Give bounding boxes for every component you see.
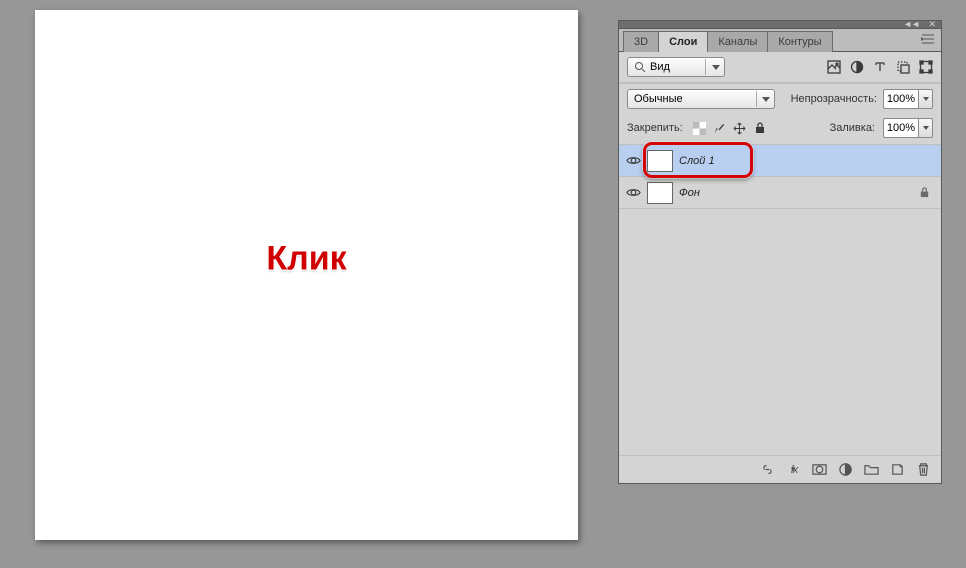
opacity-value[interactable]: 100% <box>883 89 919 109</box>
lock-icon <box>919 187 931 199</box>
filter-adjustment-icon[interactable] <box>850 60 864 74</box>
layer-row[interactable]: Слой 1 <box>619 145 941 177</box>
fill-label: Заливка: <box>830 122 875 134</box>
lock-all-icon[interactable] <box>753 121 767 135</box>
opacity-stepper[interactable] <box>919 89 933 109</box>
layer-filter-dropdown[interactable]: Вид <box>627 57 725 77</box>
layer-group-icon[interactable] <box>863 462 879 478</box>
layers-panel: ◄◄ ✕ 3D Слои Каналы Контуры Вид <box>618 20 942 484</box>
layer-thumbnail[interactable] <box>647 182 673 204</box>
canvas[interactable]: Клик <box>35 10 578 540</box>
lock-transparent-icon[interactable] <box>693 121 707 135</box>
lock-pixels-icon[interactable] <box>713 121 727 135</box>
lock-position-icon[interactable] <box>733 121 747 135</box>
new-layer-icon[interactable] <box>889 462 905 478</box>
fill-value[interactable]: 100% <box>883 118 919 138</box>
opacity-spinner[interactable]: 100% <box>883 89 933 109</box>
search-icon <box>634 61 646 73</box>
visibility-toggle-icon[interactable] <box>625 185 641 201</box>
layer-row[interactable]: Фон <box>619 177 941 209</box>
opacity-label: Непрозрачность: <box>791 93 877 105</box>
layers-list: Слой 1 Фон <box>619 145 941 455</box>
panel-menu-icon[interactable] <box>921 33 935 45</box>
adjustment-layer-icon[interactable] <box>837 462 853 478</box>
filter-type-icon[interactable] <box>873 60 887 74</box>
blend-mode-dropdown[interactable]: Обычные <box>627 89 775 109</box>
link-layers-icon[interactable] <box>759 462 775 478</box>
filter-smart-icon[interactable] <box>919 60 933 74</box>
filter-label: Вид <box>650 61 670 73</box>
blend-label: Обычные <box>634 93 683 105</box>
lock-label: Закрепить: <box>627 122 683 134</box>
layer-name[interactable]: Слой 1 <box>679 155 715 167</box>
fill-spinner[interactable]: 100% <box>883 118 933 138</box>
filter-pixel-icon[interactable] <box>827 60 841 74</box>
layer-thumbnail[interactable] <box>647 150 673 172</box>
filter-shape-icon[interactable] <box>896 60 910 74</box>
fill-stepper[interactable] <box>919 118 933 138</box>
layer-style-icon[interactable]: fx▾ <box>785 462 801 478</box>
layers-bottom-toolbar: fx▾ <box>619 455 941 483</box>
layer-name[interactable]: Фон <box>679 187 700 199</box>
tab-3d[interactable]: 3D <box>623 31 659 52</box>
panel-tabs: 3D Слои Каналы Контуры <box>618 28 942 52</box>
tab-paths[interactable]: Контуры <box>767 31 832 52</box>
delete-layer-icon[interactable] <box>915 462 931 478</box>
canvas-click-annotation: Клик <box>266 240 346 279</box>
visibility-toggle-icon[interactable] <box>625 153 641 169</box>
layer-mask-icon[interactable] <box>811 462 827 478</box>
tab-channels[interactable]: Каналы <box>707 31 768 52</box>
panel-topbar: ◄◄ ✕ <box>618 20 942 28</box>
tab-layers[interactable]: Слои <box>658 31 708 52</box>
